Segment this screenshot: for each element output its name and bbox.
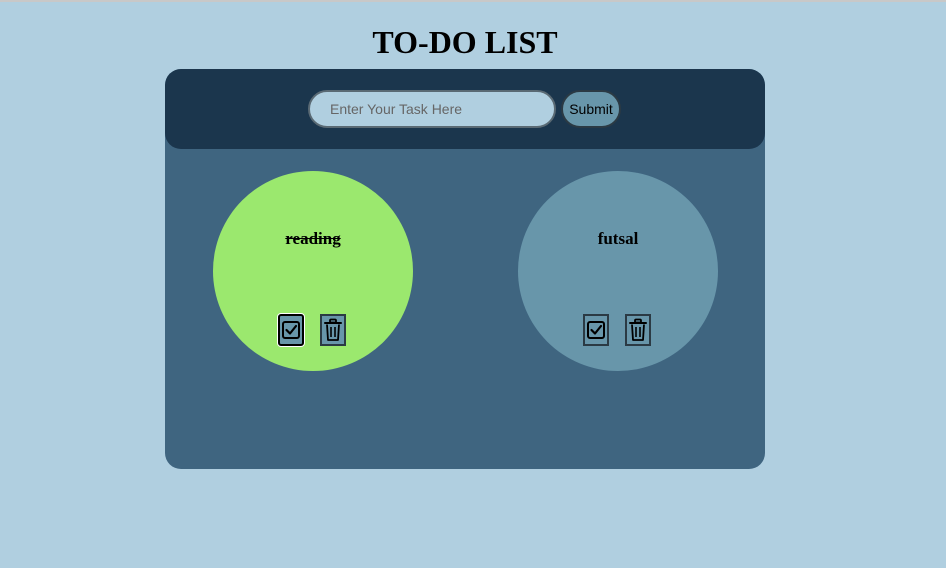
complete-task-button[interactable] [278, 314, 304, 346]
check-square-icon [587, 321, 605, 339]
check-square-icon [282, 321, 300, 339]
page-title: TO-DO LIST [372, 24, 558, 60]
delete-task-button[interactable] [625, 314, 651, 346]
submit-button[interactable]: Submit [561, 90, 621, 128]
todo-app-container: Submit reading futsal [165, 69, 765, 469]
task-card-pending: futsal [518, 171, 718, 371]
complete-task-button[interactable] [583, 314, 609, 346]
delete-task-button[interactable] [320, 314, 346, 346]
task-input-bar: Submit [165, 69, 765, 149]
task-actions [213, 314, 413, 348]
task-text: reading [285, 229, 341, 248]
trash-icon [629, 318, 647, 341]
task-card-completed: reading [213, 171, 413, 371]
trash-icon [324, 318, 342, 341]
task-actions [518, 314, 718, 348]
task-input[interactable] [308, 90, 556, 128]
task-text: futsal [597, 229, 639, 248]
